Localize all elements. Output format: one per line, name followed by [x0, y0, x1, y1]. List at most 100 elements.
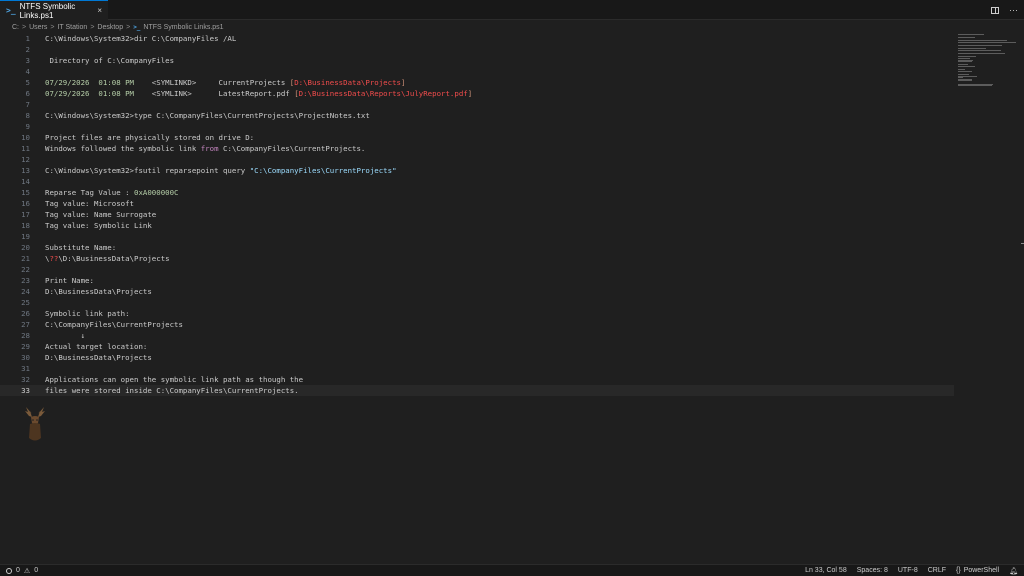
code-line[interactable]: 5 07/29/2026 01:08 PM <SYMLINKD> CurrentP…: [0, 77, 954, 88]
line-number: 17: [21, 210, 30, 219]
code-line[interactable]: 25: [0, 297, 954, 308]
code-line[interactable]: 9: [0, 121, 954, 132]
code-line[interactable]: 2: [0, 44, 954, 55]
code-line[interactable]: 31: [0, 363, 954, 374]
encoding[interactable]: UTF-8: [898, 567, 918, 574]
code-token: Tag value: Microsoft: [45, 199, 134, 208]
code-token: C:\Windows\System32>fsutil reparsepoint …: [45, 166, 250, 175]
code-text: D:\BusinessData\Projects: [45, 352, 152, 363]
code-line[interactable]: 24 D:\BusinessData\Projects: [0, 286, 954, 297]
code-text: ↓: [45, 330, 85, 341]
code-token: 07/29/2026 01:08 PM: [45, 89, 134, 98]
code-line[interactable]: 4: [0, 66, 954, 77]
minimap-line: [958, 80, 973, 82]
code-text: Directory of C:\CompanyFiles: [45, 55, 174, 66]
code-token: "C:\CompanyFiles\CurrentProjects": [249, 166, 397, 175]
code-line[interactable]: 8 C:\Windows\System32>type C:\CompanyFile…: [0, 110, 954, 121]
code-line[interactable]: 28 ↓: [0, 330, 954, 341]
line-number: 31: [21, 364, 30, 373]
line-number: 6: [25, 89, 30, 98]
line-number: 10: [21, 133, 30, 142]
code-token: D:\BusinessData\Projects: [45, 353, 152, 362]
breadcrumb-item[interactable]: NTFS Symbolic Links.ps1: [143, 24, 223, 31]
line-number: 12: [21, 155, 30, 164]
code-line[interactable]: 12: [0, 154, 954, 165]
code-line[interactable]: 3 Directory of C:\CompanyFiles: [0, 55, 954, 66]
code-token: files were stored inside C:\CompanyFiles…: [45, 386, 299, 395]
code-line[interactable]: 1 C:\Windows\System32>dir C:\CompanyFiles…: [0, 33, 954, 44]
indentation[interactable]: Spaces: 8: [857, 567, 888, 574]
code-line[interactable]: 21 \??\D:\BusinessData\Projects: [0, 253, 954, 264]
status-right: Ln 33, Col 58 Spaces: 8 UTF-8 CRLF {} Po…: [805, 565, 1018, 576]
code-line[interactable]: 27 C:\CompanyFiles\CurrentProjects: [0, 319, 954, 330]
code-line[interactable]: 20 Substitute Name:: [0, 242, 954, 253]
code-text: files were stored inside C:\CompanyFiles…: [45, 385, 299, 396]
code-token: Windows followed the symbolic link: [45, 144, 201, 153]
code-text: 07/29/2026 01:08 PM <SYMLINK> LatestRepo…: [45, 88, 472, 99]
code-line[interactable]: 33 files were stored inside C:\CompanyFil…: [0, 385, 954, 396]
code-line[interactable]: 11 Windows followed the symbolic link fro…: [0, 143, 954, 154]
line-endings[interactable]: CRLF: [928, 567, 946, 574]
code-text: C:\Windows\System32>type C:\CompanyFiles…: [45, 110, 370, 121]
breadcrumb-item[interactable]: Users: [29, 24, 47, 31]
code-token: ]: [400, 78, 406, 87]
code-text: Applications can open the symbolic link …: [45, 374, 303, 385]
tab-ntfs-symbolic-links[interactable]: >_ NTFS Symbolic Links.ps1 ×: [0, 0, 108, 20]
more-actions-icon[interactable]: ···: [1009, 5, 1018, 15]
minimap-line: [958, 85, 993, 87]
code-line[interactable]: 7: [0, 99, 954, 110]
line-number: 11: [21, 144, 30, 153]
tab-bar: >_ NTFS Symbolic Links.ps1 × ···: [0, 0, 1024, 20]
code-token: Project files are physically stored on d…: [45, 133, 255, 142]
code-text: C:\CompanyFiles\CurrentProjects: [45, 319, 183, 330]
code-line[interactable]: 23 Print Name:: [0, 275, 954, 286]
tab-label: NTFS Symbolic Links.ps1: [19, 1, 76, 20]
line-number: 8: [25, 111, 30, 120]
language-mode[interactable]: {} PowerShell: [956, 567, 999, 574]
line-number: 30: [21, 353, 30, 362]
code-line[interactable]: 22: [0, 264, 954, 275]
code-text: Symbolic link path:: [45, 308, 130, 319]
code-editor[interactable]: 1 C:\Windows\System32>dir C:\CompanyFiles…: [0, 33, 1024, 564]
breadcrumb-item[interactable]: IT Station: [57, 24, 87, 31]
code-token: C:\Windows\System32>type C:\CompanyFiles…: [45, 111, 370, 120]
code-token: C:\CompanyFiles\CurrentProjects: [45, 320, 183, 329]
minimap[interactable]: [954, 33, 1020, 93]
code-line[interactable]: 29 Actual target location:: [0, 341, 954, 352]
code-line[interactable]: 18 Tag value: Symbolic Link: [0, 220, 954, 231]
code-text: D:\BusinessData\Projects: [45, 286, 152, 297]
code-token: C:\Windows\System32>dir C:\CompanyFiles …: [45, 34, 237, 43]
breadcrumb-item[interactable]: C:: [12, 24, 19, 31]
line-number: 16: [21, 199, 30, 208]
code-token: Tag value: Symbolic Link: [45, 221, 152, 230]
powershell-icon: >_: [133, 23, 141, 31]
split-editor-icon[interactable]: [991, 6, 999, 14]
breadcrumb-item[interactable]: Desktop: [97, 24, 123, 31]
line-number: 29: [21, 342, 30, 351]
minimap-line: [958, 66, 975, 67]
code-text: C:\Windows\System32>dir C:\CompanyFiles …: [45, 33, 236, 44]
minimap-line: [958, 61, 973, 63]
problems-indicator[interactable]: 0 ⚠ 0: [6, 565, 38, 576]
code-line[interactable]: 30 D:\BusinessData\Projects: [0, 352, 954, 363]
code-token: Reparse Tag Value :: [45, 188, 134, 197]
cursor-position[interactable]: Ln 33, Col 58: [805, 567, 847, 574]
minimap-line: [958, 53, 1006, 55]
code-token: \D:\BusinessData\Projects: [58, 254, 170, 263]
breadcrumb: C: > Users > IT Station > Desktop > >_ N…: [12, 21, 224, 33]
code-line[interactable]: 15 Reparse Tag Value : 0xA000000C: [0, 187, 954, 198]
line-number: 1: [25, 34, 30, 43]
code-line[interactable]: 10 Project files are physically stored on…: [0, 132, 954, 143]
code-line[interactable]: 13 C:\Windows\System32>fsutil reparsepoin…: [0, 165, 954, 176]
bell-icon[interactable]: 🔔︎: [1009, 567, 1018, 575]
code-line[interactable]: 19: [0, 231, 954, 242]
close-icon[interactable]: ×: [97, 6, 102, 15]
line-number: 15: [21, 188, 30, 197]
code-line[interactable]: 32 Applications can open the symbolic lin…: [0, 374, 954, 385]
code-line[interactable]: 26 Symbolic link path:: [0, 308, 954, 319]
code-line[interactable]: 14: [0, 176, 954, 187]
code-line[interactable]: 16 Tag value: Microsoft: [0, 198, 954, 209]
code-line[interactable]: 17 Tag value: Name Surrogate: [0, 209, 954, 220]
line-number: 18: [21, 221, 30, 230]
code-line[interactable]: 6 07/29/2026 01:08 PM <SYMLINK> LatestRep…: [0, 88, 954, 99]
